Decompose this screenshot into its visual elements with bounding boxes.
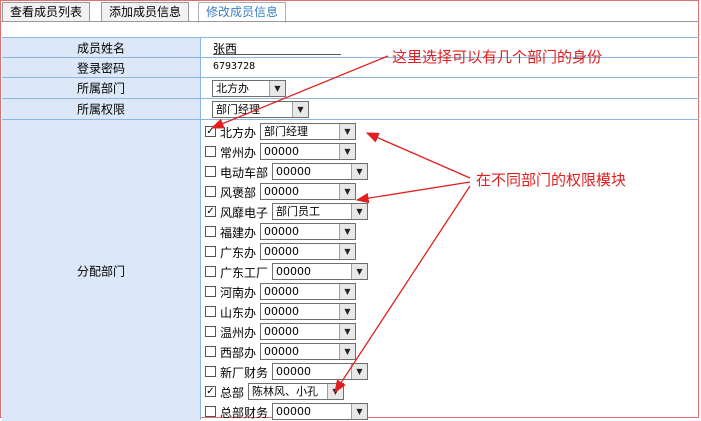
permission-label-cell: 所属权限 <box>2 99 200 119</box>
tab-bar: 查看成员列表 添加成员信息 修改成员信息 <box>0 0 699 23</box>
department-checkbox[interactable]: ✓ <box>205 206 216 217</box>
department-role-select[interactable]: 00000 ▼ <box>260 283 356 300</box>
chevron-down-icon: ▼ <box>339 224 355 239</box>
department-role-select[interactable]: 00000 ▼ <box>260 303 356 320</box>
name-label-cell: 成员姓名 <box>2 38 200 57</box>
department-checkbox[interactable]: ✓ <box>205 126 216 137</box>
chevron-down-icon: ▼ <box>292 102 308 117</box>
row-permission: 所属权限 部门经理 ▼ <box>2 98 699 119</box>
department-label-cell: 所属部门 <box>2 78 200 98</box>
department-name: 新厂财务 <box>220 366 269 380</box>
department-role-select[interactable]: 00000 ▼ <box>260 183 356 200</box>
department-name: 广东工厂 <box>220 266 269 280</box>
department-name: 山东办 <box>220 306 257 320</box>
department-checkbox[interactable] <box>205 366 216 377</box>
department-checkbox[interactable] <box>205 286 216 297</box>
department-checkbox[interactable] <box>205 226 216 237</box>
department-checkbox[interactable] <box>205 246 216 257</box>
department-checklist: ✓ 北方办 部门经理 ▼ 常州办 00000 ▼ 电动车部 00000 ▼ 风褒部 00000 ▼ ✓ 风靡… <box>200 120 699 420</box>
chevron-down-icon: ▼ <box>339 284 355 299</box>
department-name: 广东办 <box>220 246 257 260</box>
password-input[interactable]: 6793728 <box>213 61 255 72</box>
department-checkbox[interactable] <box>205 406 216 417</box>
chevron-down-icon: ▼ <box>351 164 367 179</box>
tab-divider <box>0 21 699 22</box>
row-department: 所属部门 北方办 ▼ <box>2 77 699 98</box>
chevron-down-icon: ▼ <box>269 81 285 96</box>
department-role-select[interactable]: 00000 ▼ <box>260 223 356 240</box>
department-name: 总部财务 <box>220 406 269 420</box>
department-checkbox[interactable] <box>205 166 216 177</box>
chevron-down-icon: ▼ <box>339 344 355 359</box>
chevron-down-icon: ▼ <box>351 264 367 279</box>
department-name: 常州办 <box>220 146 257 160</box>
chevron-down-icon: ▼ <box>339 124 355 139</box>
tab-view-members[interactable]: 查看成员列表 <box>2 2 91 21</box>
department-value-cell: 北方办 ▼ <box>200 78 699 98</box>
department-checkbox[interactable] <box>205 146 216 157</box>
department-checkbox[interactable] <box>205 326 216 337</box>
department-role-select[interactable]: 00000 ▼ <box>260 243 356 260</box>
department-role-select[interactable]: 00000 ▼ <box>260 323 356 340</box>
chevron-down-icon: ▼ <box>339 244 355 259</box>
password-label-cell: 登录密码 <box>2 58 200 77</box>
name-input[interactable]: 张西 <box>213 40 341 56</box>
department-name: 福建办 <box>220 226 257 240</box>
department-name: 电动车部 <box>220 166 269 180</box>
department-checkbox[interactable] <box>205 346 216 357</box>
department-name: 风褒部 <box>220 186 257 200</box>
department-name: 西部办 <box>220 346 257 360</box>
chevron-down-icon: ▼ <box>351 364 367 379</box>
department-name: 总部 <box>220 386 245 400</box>
department-name: 北方办 <box>220 126 257 140</box>
permission-value-cell: 部门经理 ▼ <box>200 99 699 119</box>
department-role-select[interactable]: 陈林风、小孔 ▼ <box>248 383 344 400</box>
department-role-select[interactable]: 00000 ▼ <box>272 263 368 280</box>
chevron-down-icon: ▼ <box>339 184 355 199</box>
assign-label-cell: 分配部门 <box>2 120 200 421</box>
department-role-select[interactable]: 00000 ▼ <box>260 343 356 360</box>
department-role-select[interactable]: 部门经理 ▼ <box>260 123 356 140</box>
department-role-select[interactable]: 00000 ▼ <box>272 403 368 420</box>
department-role-select[interactable]: 部门员工 ▼ <box>272 203 368 220</box>
chevron-down-icon: ▼ <box>339 304 355 319</box>
department-name: 温州办 <box>220 326 257 340</box>
department-name: 河南办 <box>220 286 257 300</box>
chevron-down-icon: ▼ <box>351 404 367 419</box>
department-role-select[interactable]: 00000 ▼ <box>272 363 368 380</box>
permission-select[interactable]: 部门经理 ▼ <box>212 101 309 118</box>
chevron-down-icon: ▼ <box>339 144 355 159</box>
department-select[interactable]: 北方办 ▼ <box>212 80 286 97</box>
department-role-select[interactable]: 00000 ▼ <box>272 163 368 180</box>
annotation-multi-dept: 这里选择可以有几个部门的身份 <box>392 48 603 66</box>
department-role-select[interactable]: 00000 ▼ <box>260 143 356 160</box>
chevron-down-icon: ▼ <box>339 324 355 339</box>
chevron-down-icon: ▼ <box>351 204 367 219</box>
row-assign-departments: 分配部门 ✓ 北方办 部门经理 ▼ 常州办 00000 ▼ 电动车部 00000 ▼ 风褒部 0000… <box>2 119 699 421</box>
annotation-dept-permission: 在不同部门的权限模块 <box>476 171 627 189</box>
chevron-down-icon: ▼ <box>327 384 343 399</box>
tab-add-member[interactable]: 添加成员信息 <box>101 2 190 21</box>
department-checkbox[interactable] <box>205 266 216 277</box>
department-name: 风靡电子 <box>220 206 269 220</box>
department-checkbox[interactable]: ✓ <box>205 386 216 397</box>
department-checkbox[interactable] <box>205 186 216 197</box>
department-checkbox[interactable] <box>205 306 216 317</box>
tab-edit-member[interactable]: 修改成员信息 <box>198 2 287 23</box>
